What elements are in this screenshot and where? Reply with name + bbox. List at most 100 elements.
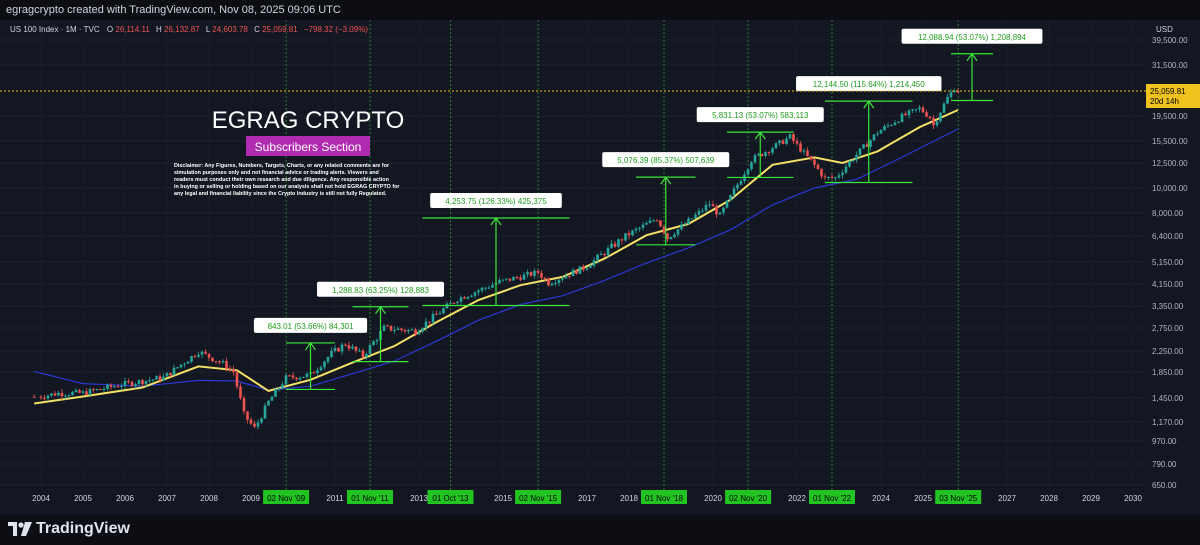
time-tick-label: 2004 [32,494,50,503]
candle-body [799,143,802,152]
candle-body [46,395,50,399]
candle-body [473,292,477,296]
candle-body [183,363,186,365]
measure-label[interactable]: 843.01 (53.66%) 84,301 [268,322,354,331]
price-tick-label: 6,400.00 [1152,232,1184,241]
candle-body [872,134,876,141]
candle-body [823,176,827,178]
candle-body [158,376,162,381]
candle-body [64,395,67,397]
price-tick-label: 790.00 [1152,460,1177,469]
candle-body [102,388,106,390]
time-tick-label: 2017 [578,494,596,503]
candle-body [512,277,515,281]
candle-body [778,140,781,144]
time-tick-label: 2009 [242,494,260,503]
candle-body [522,274,526,280]
price-tick-label: 2,250.00 [1152,347,1184,356]
price-tick-label: 10,000.00 [1152,184,1188,193]
disclaimer-line: any legal and financial liability since … [174,191,387,197]
measure-label[interactable]: 4,253.75 (126.33%) 425,375 [445,197,547,206]
measure-label[interactable]: 1,288.83 (63.25%) 128,883 [332,286,430,295]
candle-body [295,377,298,380]
candle-body [764,152,767,156]
time-axis[interactable]: 2004 2005 2006 2007 2008 2009 2011 2013 2015 2017… [0,490,1146,515]
candle-body [739,181,743,185]
candle-body [218,361,221,363]
candle-body [487,287,491,289]
candle-body [193,355,197,357]
candle-body [753,155,757,163]
candle-body [606,247,610,256]
candle-body [540,272,543,278]
price-chart[interactable]: 843.01 (53.66%) 84,301 1,288.83 (63.25%) … [0,20,1200,515]
candle-body [750,162,753,170]
candle-body [330,350,333,358]
candle-body [757,154,760,156]
candle-body [568,275,571,277]
candle-body [599,254,603,256]
candle-body [435,314,438,316]
price-tick-label: 1,850.00 [1152,368,1184,377]
candle-body [718,212,722,215]
candle-body [578,266,582,274]
candle-body [396,328,400,331]
cycle-date-label: 01 Nov '18 [645,494,684,503]
candle-body [165,372,169,377]
candle-body [88,389,92,395]
candle-body [820,169,823,177]
candle-body [680,224,683,230]
measure-label[interactable]: 12,088.94 (53.07%) 1,208,894 [918,33,1027,42]
candle-body [732,188,736,196]
candle-body [711,204,715,207]
time-tick-label: 2020 [704,494,722,503]
candle-body [655,220,659,222]
candle-body [848,161,851,167]
candle-body [592,260,596,266]
candle-body [256,422,260,427]
candle-body [806,150,809,156]
candle-body [659,220,662,227]
candle-body [92,389,95,391]
measure-label[interactable]: 5,831.13 (53.07%) 583,113 [712,111,809,120]
candle-body [463,297,466,299]
candle-body [669,237,673,240]
candle-body [127,380,130,382]
measure-label[interactable]: 5,076.39 (85.37%) 507,639 [617,156,715,165]
candle-body [151,379,155,381]
candle-body [386,325,389,327]
candle-body [438,313,442,315]
candle-body [946,96,949,104]
disclaimer-line: Disclaimer: Any Figures, Numbers, Target… [174,163,390,169]
candle-body [442,308,445,314]
candle-body [277,388,281,390]
currency-label[interactable]: USD [1156,25,1173,34]
candle-body [862,144,865,149]
candle-body [641,224,645,228]
candle-body [876,133,879,135]
cycle-date-label: 01 Oct '13 [432,494,469,503]
candle-body [904,113,907,116]
candle-body [935,121,939,126]
chart-area[interactable]: 843.01 (53.66%) 84,301 1,288.83 (63.25%) … [0,20,1200,515]
time-tick-label: 2008 [200,494,218,503]
candle-body [613,243,617,247]
measure-label[interactable]: 12,144.50 (115.64%) 1,214,450 [813,80,925,89]
candle-body [582,266,585,270]
candle-body [480,287,484,291]
candle-body [148,380,151,382]
candle-body [760,154,764,156]
candle-body [932,118,935,126]
candle-body [610,243,613,248]
candle-body [169,372,172,376]
candle-body [557,279,561,283]
cycle-date-label: 01 Nov '22 [813,494,852,503]
candle-body [907,110,911,116]
candle-body [645,223,648,225]
ohlc-legend: US 100 Index · 1M · TVC O 26,114.11 H 26… [10,25,368,34]
candle-body [214,361,218,363]
candle-body [638,227,641,229]
candle-body [116,386,120,388]
time-tick-label: 2007 [158,494,176,503]
candle-body [179,364,183,368]
